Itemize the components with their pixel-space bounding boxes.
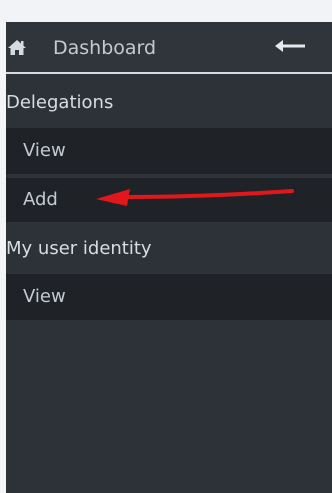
header-divider bbox=[6, 72, 332, 74]
sidebar-item-label: View bbox=[23, 140, 66, 161]
sidebar-item-delegations-view[interactable]: View bbox=[6, 128, 332, 174]
sidebar-header: Dashboard bbox=[6, 22, 332, 72]
sidebar-item-label: View bbox=[23, 286, 66, 307]
sidebar-item-label: Add bbox=[23, 189, 58, 210]
browser-top-strip bbox=[0, 0, 332, 22]
section-title-my-user-identity: My user identity bbox=[6, 238, 152, 259]
sidebar-empty-space bbox=[6, 340, 332, 493]
arrow-left-icon[interactable] bbox=[274, 38, 306, 54]
red-arrow-annotation bbox=[96, 189, 294, 206]
section-title-delegations: Delegations bbox=[6, 92, 114, 113]
sidebar-item-my-user-identity-view[interactable]: View bbox=[6, 274, 332, 320]
home-icon[interactable] bbox=[7, 39, 27, 56]
dashboard-link[interactable]: Dashboard bbox=[53, 36, 156, 60]
sidebar: Dashboard Delegations View Add My user i… bbox=[6, 22, 332, 493]
